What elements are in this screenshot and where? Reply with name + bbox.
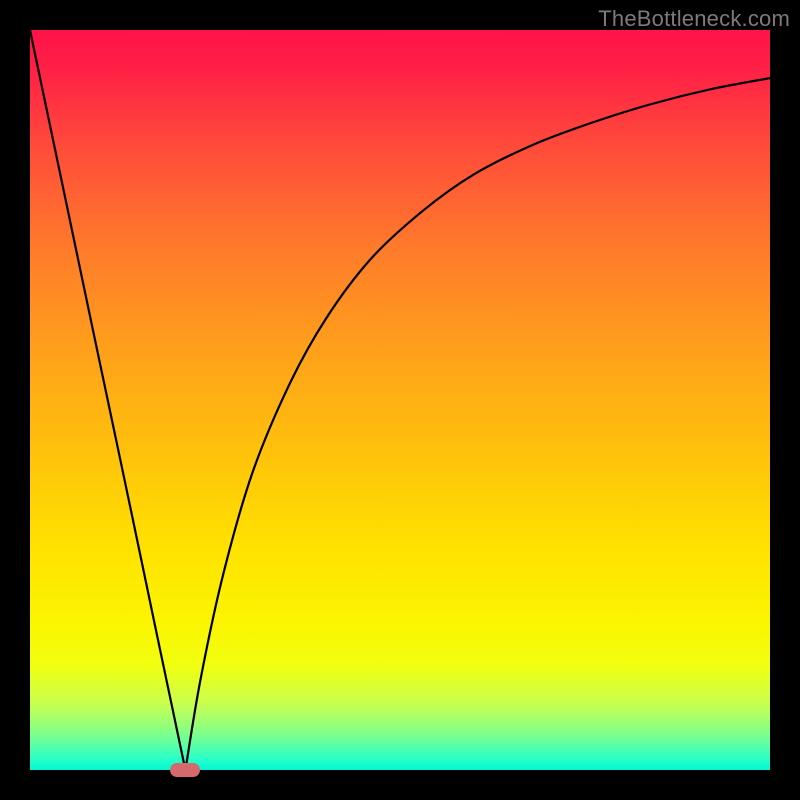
curve-svg (30, 30, 770, 770)
chart-frame: TheBottleneck.com (0, 0, 800, 800)
minimum-marker (170, 763, 200, 777)
plot-area (30, 30, 770, 770)
watermark-text: TheBottleneck.com (598, 6, 790, 32)
curve-path (30, 30, 770, 770)
